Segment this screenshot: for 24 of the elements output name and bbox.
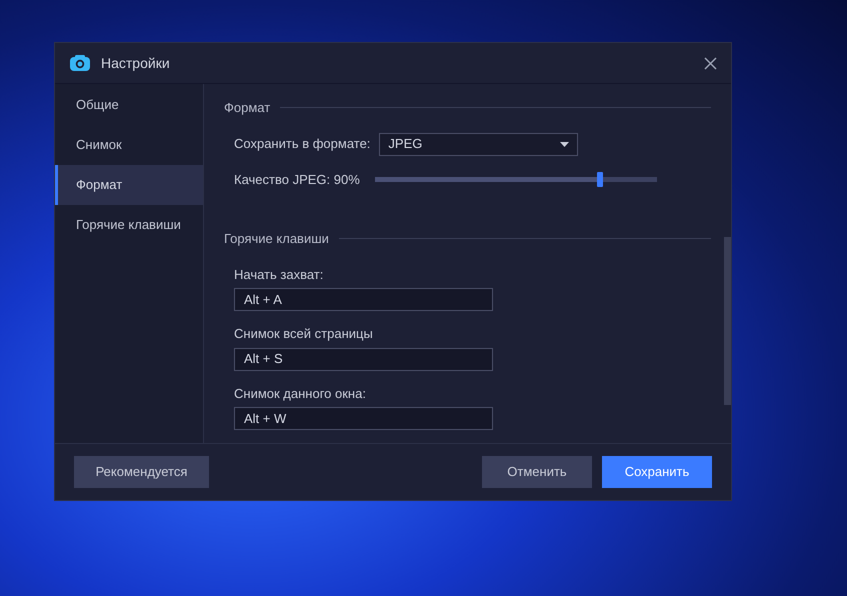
save-button[interactable]: Сохранить	[602, 456, 712, 488]
format-dropdown[interactable]: JPEG	[379, 132, 578, 156]
sidebar-item[interactable]: Горячие клавиши	[55, 205, 203, 245]
hotkey-input-field[interactable]: Alt + S	[234, 348, 493, 370]
sidebar-item[interactable]: Снимок	[55, 125, 203, 165]
caret-icon	[560, 142, 570, 146]
camera-icon	[69, 54, 91, 72]
recommended-button[interactable]: Рекомендуется	[74, 456, 209, 488]
section-title: Горячие клавиши	[224, 230, 329, 248]
window-title: Настройки	[101, 54, 170, 73]
slider-thumb[interactable]	[597, 172, 604, 187]
hotkey-input-field[interactable]: Alt + A	[234, 288, 493, 311]
hotkey-label: Снимок всей страницы	[234, 325, 374, 343]
hotkey-input-field[interactable]: Alt + W	[234, 407, 493, 430]
sidebar-item[interactable]: Формат	[55, 165, 203, 205]
quality-label: Качество JPEG: 90%	[234, 170, 360, 188]
close-icon	[704, 56, 716, 70]
cancel-button[interactable]: Отменить	[482, 456, 592, 488]
hotkey-label: Снимок данного окна:	[234, 384, 367, 403]
section-title: Формат	[224, 99, 270, 117]
sidebar-item[interactable]: Общие	[55, 85, 203, 125]
hotkey-label: Начать захват:	[234, 266, 324, 284]
save-format-label: Сохранить в формате:	[234, 135, 370, 154]
scrollbar-thumb[interactable]	[724, 237, 731, 405]
